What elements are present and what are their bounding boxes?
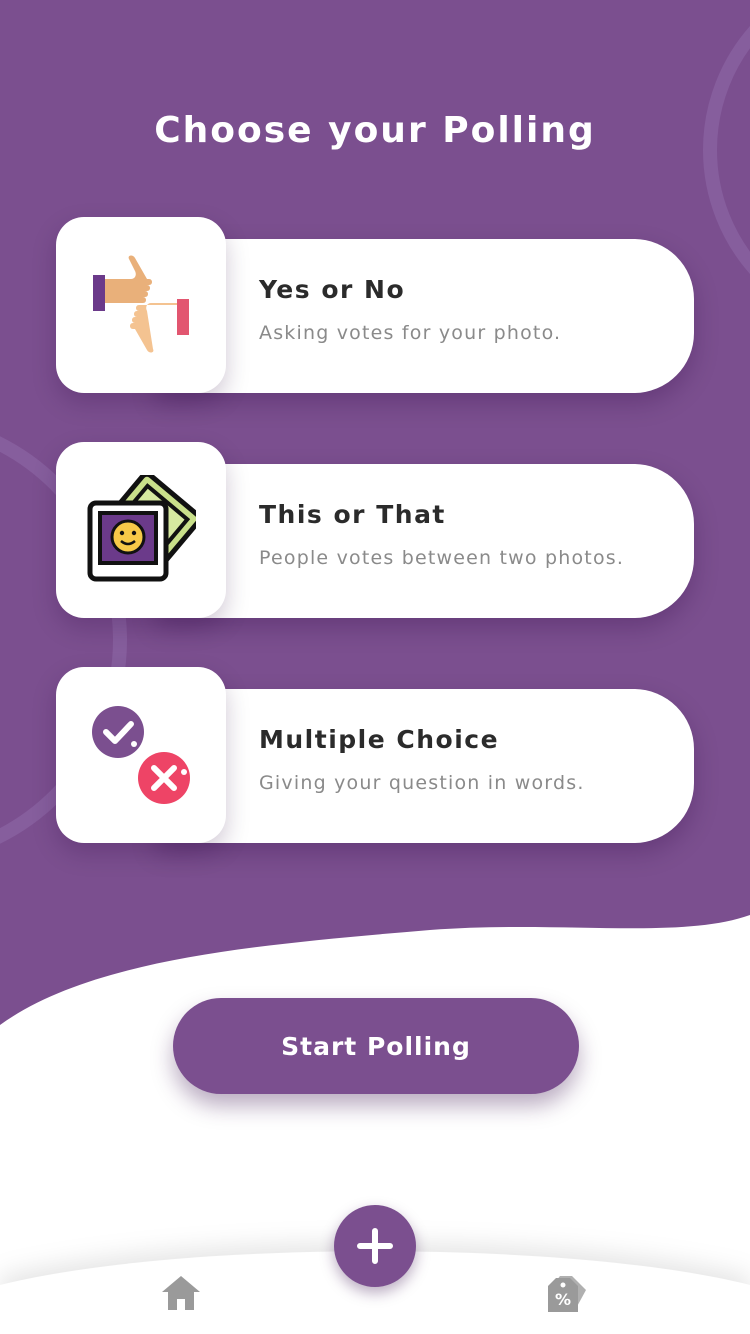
option-title: Multiple Choice — [259, 725, 500, 754]
discount-tag-icon[interactable]: % — [546, 1272, 590, 1316]
option-title: Yes or No — [259, 275, 406, 304]
option-subtitle: People votes between two photos. — [259, 547, 625, 569]
option-this-or-that[interactable]: This or That People votes between two ph… — [56, 442, 694, 620]
photos-icon — [87, 475, 196, 582]
add-button[interactable] — [334, 1205, 416, 1287]
thumbs-up-down-icon — [93, 255, 189, 353]
option-icon-box — [56, 217, 226, 393]
page-title: Choose your Polling — [154, 110, 596, 151]
option-subtitle: Asking votes for your photo. — [259, 322, 562, 344]
option-icon-box — [56, 667, 226, 843]
option-yes-or-no[interactable]: Yes or No Asking votes for your photo. — [56, 217, 694, 395]
add-icon — [357, 1228, 393, 1264]
svg-text:%: % — [555, 1290, 571, 1309]
option-subtitle: Giving your question in words. — [259, 772, 585, 794]
check-cross-icon — [92, 706, 190, 804]
option-title: This or That — [259, 500, 446, 529]
option-icon-box — [56, 442, 226, 618]
option-multiple-choice[interactable]: Multiple Choice Giving your question in … — [56, 667, 694, 845]
home-icon[interactable] — [160, 1272, 202, 1314]
start-polling-button[interactable]: Start Polling — [173, 998, 579, 1094]
